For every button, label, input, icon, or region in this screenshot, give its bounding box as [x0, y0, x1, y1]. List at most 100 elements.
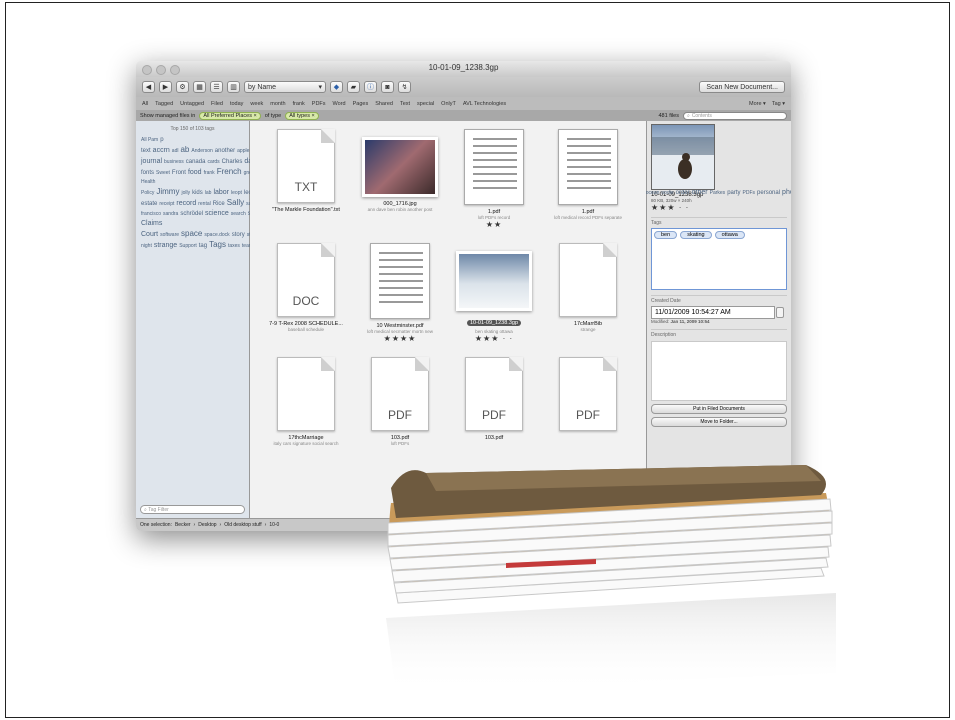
tags-field[interactable]: ben skating ottawa — [651, 228, 787, 290]
forward-button[interactable]: ▶ — [159, 81, 172, 93]
tag-cloud-item[interactable]: food — [188, 169, 202, 176]
filter-item[interactable]: Shared — [375, 101, 393, 107]
file-rating[interactable]: ★★★★ — [354, 334, 446, 343]
filter-item[interactable]: All — [142, 101, 148, 107]
file-tile[interactable]: TXT "The Markle Foundation".txt — [260, 129, 352, 213]
filter-item[interactable]: PDFs — [312, 101, 326, 107]
tag-cloud-item[interactable]: cards — [207, 159, 219, 165]
filter-item[interactable]: Untagged — [180, 101, 204, 107]
file-rating[interactable]: ★★★ · · — [448, 334, 540, 343]
tag-cloud-item[interactable]: strange — [154, 242, 177, 249]
tag-cloud-item[interactable]: record — [176, 200, 196, 207]
tag-cloud-item[interactable]: ab — [180, 145, 189, 154]
put-in-filed-documents-button[interactable]: Put in Filed Documents — [651, 404, 787, 414]
filter-item[interactable]: month — [270, 101, 285, 107]
file-tile[interactable]: 10-01-09_1238.3gp ben skating ottawa ★★★ ·… — [448, 243, 540, 343]
filter-item[interactable]: AVL Technologies — [463, 101, 506, 107]
column-view-button[interactable]: ▥ — [227, 81, 240, 93]
tag-cloud-item[interactable]: Front — [172, 170, 186, 176]
path-crumb[interactable]: 10-0 — [269, 522, 279, 528]
file-tile[interactable]: 10 Westminster.pdf loft medical secmatter… — [354, 243, 446, 343]
more-menu[interactable]: More ▾ — [749, 101, 766, 107]
filter-item[interactable]: OnlyT — [441, 101, 456, 107]
path-crumb[interactable]: Old desktop stuff — [224, 522, 261, 528]
tag-cloud-item[interactable]: schrödel — [180, 211, 203, 217]
tag-token[interactable]: ben — [654, 231, 678, 239]
tag-cloud-item[interactable]: tag — [199, 243, 207, 249]
tag-cloud-item[interactable]: jolly — [181, 190, 190, 196]
search-input[interactable]: ⌕ Contents — [683, 111, 787, 120]
file-tile[interactable]: DOC 7-9 T-Rex 2008 SCHEDULE... baseball sc… — [260, 243, 352, 332]
filter-item[interactable]: Word — [333, 101, 346, 107]
tag-filter-input[interactable]: ⌕ Tag Filter — [140, 505, 245, 514]
file-tile[interactable]: 1.pdf loft medical record PDFs separate — [542, 129, 634, 220]
tag-cloud-item[interactable]: Sally — [227, 198, 244, 207]
tag-cloud-item[interactable]: Support — [179, 243, 197, 249]
tag-cloud-item[interactable]: Charles — [222, 159, 243, 165]
info-icon[interactable]: ⓘ — [364, 81, 377, 93]
tag-cloud-item[interactable]: canada — [186, 159, 206, 165]
link-icon[interactable]: ↯ — [398, 81, 411, 93]
file-tile[interactable]: 17cMarrBib strange — [542, 243, 634, 332]
icon-view-button[interactable]: ▦ — [193, 81, 206, 93]
tag-token[interactable]: ottawa — [714, 231, 745, 239]
tag-cloud-item[interactable]: labor — [213, 189, 229, 196]
tag-token[interactable]: skating — [680, 231, 712, 239]
tag-cloud-item[interactable]: personal — [757, 190, 780, 196]
filter-item[interactable]: special — [417, 101, 434, 107]
filter-item[interactable]: frank — [293, 101, 305, 107]
folder-icon[interactable]: ▰ — [347, 81, 360, 93]
file-tile[interactable]: PDF 103.pdf loft PDFs — [354, 357, 446, 446]
description-field[interactable] — [651, 341, 787, 401]
filter-item[interactable]: Tagged — [155, 101, 173, 107]
tag-cloud-item[interactable]: fonts — [141, 170, 154, 176]
file-tile[interactable]: 000_1716.jpg ann dave ben robin another p… — [354, 129, 446, 212]
back-button[interactable]: ◀ — [142, 81, 155, 93]
tag-cloud-item[interactable]: another — [215, 148, 235, 154]
file-tile[interactable]: PDF 103.pdf — [448, 357, 540, 441]
tag-cloud-item[interactable]: All Pam — [141, 137, 158, 143]
file-rating[interactable]: ★★ — [448, 220, 540, 229]
tag-cloud-item[interactable]: receipt — [159, 201, 174, 207]
inspector-rating[interactable]: ★★★ · · — [651, 203, 787, 212]
tag-cloud-item[interactable]: Anderson — [191, 148, 212, 154]
types-chip[interactable]: All types × — [285, 111, 319, 120]
tag-cloud-item[interactable]: accrn — [153, 147, 170, 154]
file-tile[interactable]: PDF — [542, 357, 634, 435]
tag-cloud-item[interactable]: space.dock — [204, 232, 229, 238]
tag-cloud-item[interactable]: Rice — [213, 201, 225, 207]
filter-item[interactable]: Pages — [353, 101, 369, 107]
tag-cloud-item[interactable]: lab — [205, 190, 212, 196]
camera-icon[interactable]: ◙ — [381, 81, 394, 93]
path-crumb[interactable]: Becker — [175, 522, 191, 528]
tag-cloud-item[interactable]: French — [217, 167, 242, 176]
tag-cloud-item[interactable]: photo — [782, 189, 791, 196]
tag-cloud-item[interactable]: story — [232, 232, 245, 238]
file-tile[interactable]: 17thcMarriage italy cars signature social… — [260, 357, 352, 446]
path-crumb[interactable]: Desktop — [198, 522, 216, 528]
tag-cloud-item[interactable]: adl — [172, 148, 179, 154]
gear-icon[interactable]: ⚙ — [176, 81, 189, 93]
created-date-field[interactable]: 11/01/2009 10:54:27 AM — [651, 306, 784, 319]
tag-cloud-item[interactable]: science — [205, 210, 229, 217]
sort-select[interactable]: by Name ▾ — [244, 81, 326, 93]
tag-icon[interactable]: ◆ — [330, 81, 343, 93]
tag-cloud-item[interactable]: taxes — [228, 243, 240, 249]
tag-cloud-item[interactable]: leopt — [231, 190, 242, 196]
move-to-folder-button[interactable]: Move to Folder... — [651, 417, 787, 427]
places-chip[interactable]: All Preferred Places × — [199, 111, 261, 120]
tag-cloud-item[interactable]: apple — [237, 148, 249, 154]
tag-cloud-item[interactable]: rental — [198, 201, 211, 207]
tag-cloud-item[interactable]: sandra — [163, 211, 178, 217]
filter-item[interactable]: Text — [400, 101, 410, 107]
filter-item[interactable]: Filed — [211, 101, 223, 107]
filter-item[interactable]: week — [250, 101, 263, 107]
tag-cloud-item[interactable]: Tags — [209, 240, 226, 249]
file-tile[interactable]: 1.pdf loft PDFs record ★★ — [448, 129, 540, 229]
scan-new-document-button[interactable]: Scan New Document... — [699, 81, 785, 93]
tag-cloud-item[interactable]: Jimmy — [156, 187, 179, 196]
tag-cloud-item[interactable]: software — [160, 232, 179, 238]
tag-cloud-item[interactable]: business — [164, 159, 184, 165]
tag-cloud-item[interactable]: space — [181, 229, 202, 238]
tag-cloud-item[interactable]: frank — [204, 170, 215, 176]
